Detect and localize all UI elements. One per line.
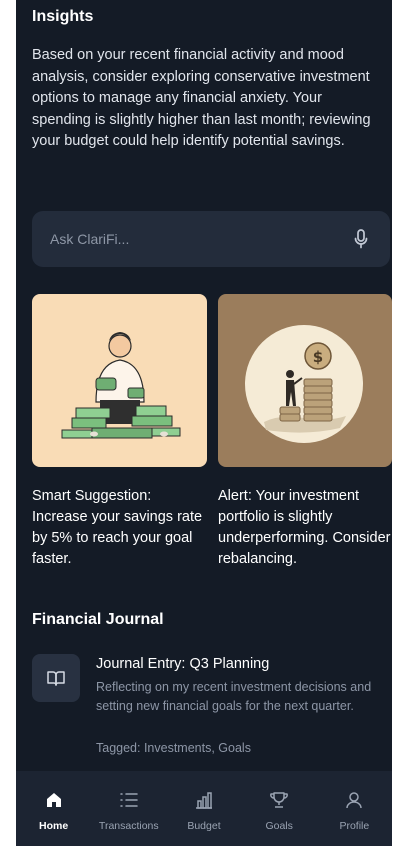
alert-card-image[interactable]: $ bbox=[218, 294, 392, 467]
tab-budget[interactable]: Budget bbox=[166, 789, 241, 832]
bottom-tab-bar: Home Transactions Budget Goals Profile bbox=[16, 771, 392, 846]
tab-label: Home bbox=[39, 820, 69, 832]
insights-text: Based on your recent financial activity … bbox=[32, 47, 371, 149]
tab-label: Goals bbox=[265, 820, 293, 832]
home-icon bbox=[45, 789, 63, 811]
tab-label: Profile bbox=[339, 820, 370, 832]
journal-entry-description: Reflecting on my recent investment decis… bbox=[96, 680, 372, 713]
tab-label: Budget bbox=[187, 820, 221, 832]
tab-goals[interactable]: Goals bbox=[242, 789, 317, 832]
financial-journal-title: Financial Journal bbox=[32, 611, 164, 628]
journal-entry[interactable]: Journal Entry: Q3 Planning Reflecting on… bbox=[32, 652, 392, 762]
user-icon bbox=[345, 789, 363, 811]
investor-coin-stack-illustration: $ bbox=[245, 325, 363, 443]
journal-entry-tags: Tagged: Investments, Goals bbox=[96, 741, 251, 755]
insights-title: Insights bbox=[32, 8, 94, 25]
ask-bar[interactable] bbox=[32, 211, 390, 267]
svg-text:$: $ bbox=[313, 348, 323, 366]
tab-profile[interactable]: Profile bbox=[317, 789, 392, 832]
journal-entry-title: Journal Entry: Q3 Planning bbox=[96, 656, 270, 672]
list-icon bbox=[120, 789, 138, 811]
person-holding-money-illustration bbox=[61, 332, 181, 439]
microphone-icon[interactable] bbox=[352, 229, 370, 249]
tab-label: Transactions bbox=[98, 820, 159, 832]
tab-transactions[interactable]: Transactions bbox=[91, 789, 166, 832]
bar-chart-icon bbox=[195, 789, 213, 811]
suggestion-caption: Smart Suggestion: Increase your savings … bbox=[32, 488, 203, 567]
ask-input[interactable] bbox=[50, 231, 320, 247]
tab-home[interactable]: Home bbox=[16, 789, 91, 832]
suggestion-card-image[interactable] bbox=[32, 294, 207, 467]
book-icon bbox=[32, 654, 80, 702]
trophy-icon bbox=[269, 789, 289, 811]
alert-caption: Alert: Your investment portfolio is slig… bbox=[218, 488, 391, 567]
app-screen: Insights Based on your recent financial … bbox=[16, 0, 392, 846]
